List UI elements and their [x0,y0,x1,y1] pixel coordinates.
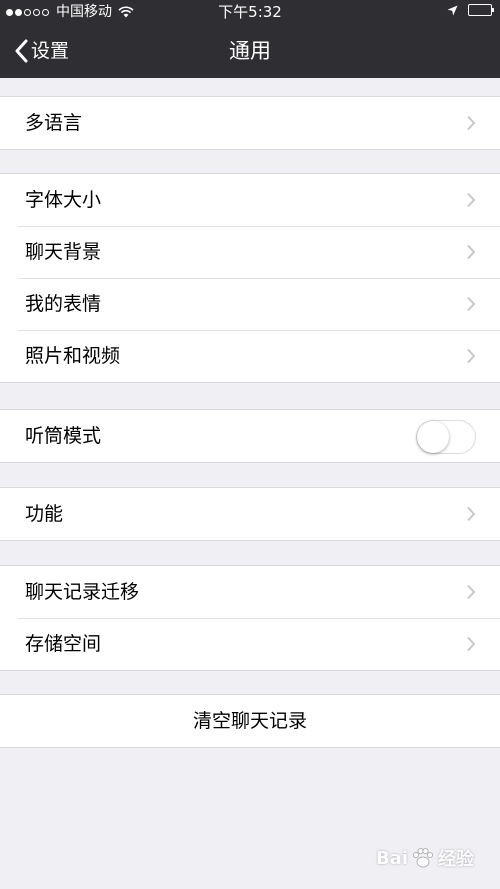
chevron-right-icon [467,636,476,652]
status-time: 下午5:32 [218,3,282,21]
clear-chat-history-button[interactable]: 清空聊天记录 [0,695,500,747]
chevron-right-icon [467,506,476,522]
row-label: 照片和视频 [25,345,121,367]
row-label: 多语言 [25,112,83,134]
settings-group-earpiece: 听筒模式 [0,409,500,463]
settings-group-language: 多语言 [0,96,500,150]
battery-icon [468,4,494,16]
page-title: 通用 [229,39,271,63]
row-chat-history-migration[interactable]: 聊天记录迁移 [0,566,500,618]
row-font-size[interactable]: 字体大小 [0,174,500,226]
clear-chat-history-label: 清空聊天记录 [192,710,307,732]
row-chat-background[interactable]: 聊天背景 [0,226,500,278]
row-multi-language[interactable]: 多语言 [0,97,500,149]
row-my-stickers[interactable]: 我的表情 [0,278,500,330]
row-label: 字体大小 [25,189,102,211]
chevron-right-icon [467,348,476,364]
chevron-right-icon [467,192,476,208]
row-label: 存储空间 [25,633,102,655]
watermark: Bai 经验 [376,845,474,871]
watermark-left: Bai [375,847,408,869]
row-label: 听筒模式 [25,425,102,447]
row-storage-space[interactable]: 存储空间 [0,618,500,670]
row-features[interactable]: 功能 [0,488,500,540]
chevron-right-icon [467,115,476,131]
settings-group-display: 字体大小 聊天背景 我的表情 照片和视频 [0,173,500,383]
row-label: 我的表情 [25,293,102,315]
chevron-right-icon [467,296,476,312]
row-label: 聊天记录迁移 [25,581,140,603]
settings-group-clear: 清空聊天记录 [0,694,500,748]
watermark-right: 经验 [438,849,474,870]
chevron-right-icon [467,584,476,600]
paw-icon [413,848,433,868]
toggle-knob [417,421,449,453]
status-right [447,4,494,16]
row-earpiece-mode: 听筒模式 [0,410,500,462]
chevron-right-icon [467,244,476,260]
location-arrow-icon [447,5,458,15]
row-label: 聊天背景 [25,241,102,263]
settings-group-storage: 聊天记录迁移 存储空间 [0,565,500,671]
navigation-bar: 设置 通用 [0,24,500,78]
settings-group-features: 功能 [0,487,500,541]
row-label: 功能 [25,503,64,525]
status-bar: 中国移动 下午5:32 [0,0,500,24]
earpiece-mode-toggle[interactable] [416,420,476,454]
row-photos-videos[interactable]: 照片和视频 [0,330,500,382]
